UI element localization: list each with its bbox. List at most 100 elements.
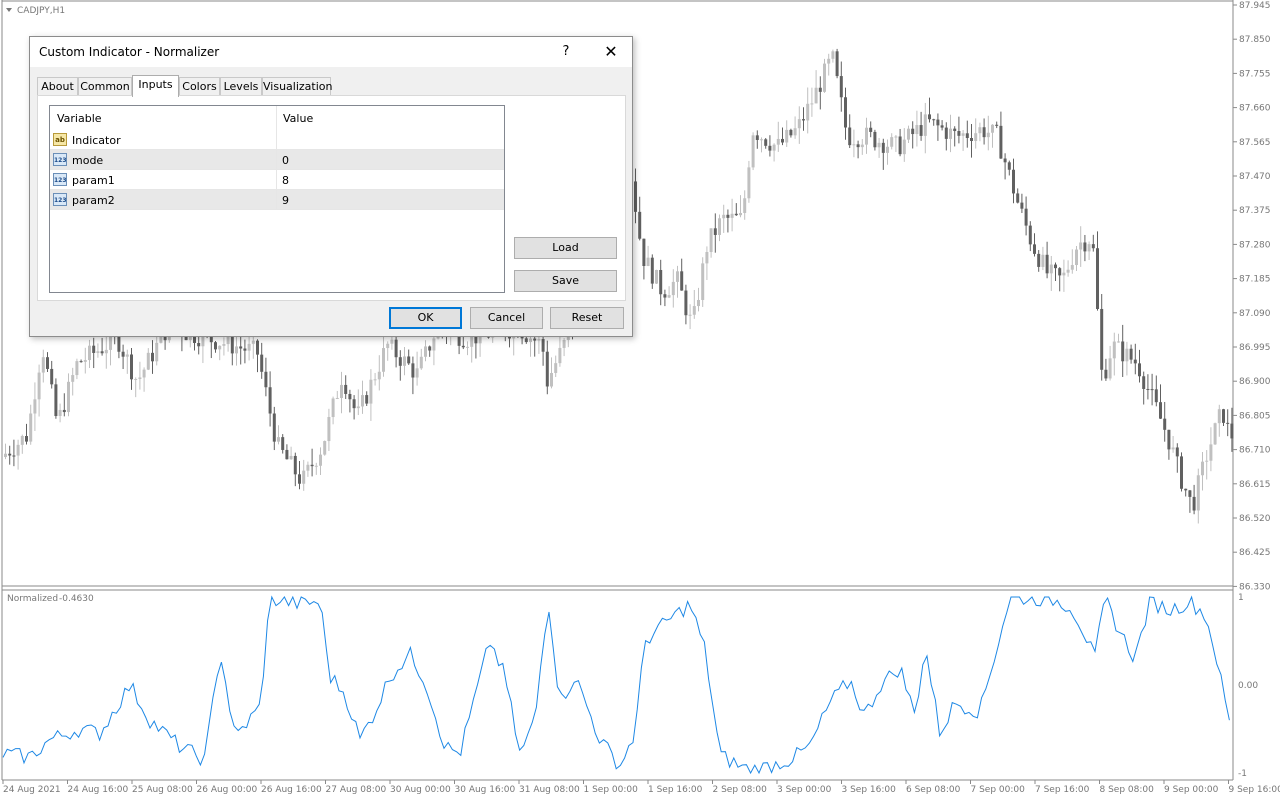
row-value[interactable]: 8: [282, 174, 289, 187]
candle-body: [776, 138, 780, 145]
table-row[interactable]: 123 param2 9: [50, 190, 504, 210]
time-label: 30 Aug 00:00: [390, 785, 451, 795]
row-value[interactable]: 9: [282, 194, 289, 207]
column-value[interactable]: Value: [283, 112, 313, 125]
time-label: 30 Aug 16:00: [455, 785, 516, 795]
candle-body: [1100, 308, 1104, 370]
indicator-value: -0.4630: [59, 594, 94, 604]
candle-body: [827, 58, 831, 64]
tab-levels[interactable]: Levels: [220, 77, 262, 95]
candle-body: [755, 135, 759, 140]
candle-body: [1007, 162, 1011, 170]
candle-body: [340, 384, 343, 398]
candle-body: [37, 372, 41, 400]
inputs-table[interactable]: Variable Value ab Indicator 123 mode 0 1…: [49, 105, 505, 293]
load-button[interactable]: Load: [514, 237, 617, 259]
candle-body: [302, 470, 306, 484]
candle-body: [83, 360, 87, 362]
candle-body: [403, 356, 406, 366]
table-row[interactable]: 123 mode 0: [50, 150, 504, 170]
candle-body: [768, 145, 772, 151]
candle-body: [222, 344, 226, 346]
candle-body: [1121, 341, 1125, 362]
candle-body: [1209, 444, 1213, 461]
candle-body: [243, 348, 247, 351]
candle-body: [772, 144, 776, 151]
row-value[interactable]: 0: [282, 154, 289, 167]
table-header: Variable Value: [50, 106, 504, 130]
time-label: 3 Sep 00:00: [777, 785, 832, 795]
candle-body: [1037, 253, 1041, 267]
candle-body: [1142, 376, 1146, 389]
time-label: 26 Aug 16:00: [261, 785, 322, 795]
price-label: 86.330: [1239, 582, 1271, 592]
candle-body: [1075, 249, 1078, 266]
candle-body: [1138, 363, 1141, 377]
candle-body: [386, 343, 390, 349]
close-button[interactable]: ✕: [600, 41, 622, 63]
candle-body: [919, 125, 923, 136]
candle-body: [705, 252, 709, 264]
price-label: 87.280: [1239, 240, 1271, 250]
tab-inputs[interactable]: Inputs: [132, 75, 179, 97]
candle-body: [634, 181, 637, 212]
candle-body: [377, 371, 381, 380]
candle-body: [818, 87, 822, 92]
candle-body: [1184, 488, 1188, 491]
save-button[interactable]: Save: [514, 270, 617, 292]
tab-about[interactable]: About: [37, 77, 78, 95]
candle-body: [67, 381, 70, 413]
reset-button[interactable]: Reset: [550, 307, 624, 329]
candle-body: [923, 114, 927, 136]
candle-body: [75, 361, 79, 376]
help-button[interactable]: ?: [556, 41, 576, 63]
candle-body: [142, 369, 146, 378]
candle-body: [739, 212, 742, 216]
candle-body: [130, 354, 133, 380]
indicator-name: Normalized: [7, 594, 58, 604]
time-label: 27 Aug 08:00: [326, 785, 387, 795]
candle-body: [361, 395, 364, 407]
candle-body: [562, 339, 566, 348]
candle-body: [4, 453, 7, 458]
ok-button[interactable]: OK: [389, 307, 462, 329]
candle-body: [92, 345, 96, 353]
candle-body: [726, 214, 730, 218]
candle-body: [1129, 348, 1133, 360]
integer-type-icon: 123: [53, 173, 67, 186]
tab-visualization[interactable]: Visualization: [262, 77, 332, 95]
candle-body: [134, 379, 138, 381]
candle-body: [1024, 208, 1028, 226]
dialog-titlebar[interactable]: Custom Indicator - Normalizer ? ✕: [30, 37, 632, 67]
candle-body: [533, 338, 537, 341]
candle-body: [382, 348, 385, 372]
candle-body: [1146, 388, 1150, 390]
tab-colors[interactable]: Colors: [179, 77, 220, 95]
time-label: 1 Sep 16:00: [648, 785, 703, 795]
candle-body: [986, 132, 990, 138]
candle-body: [671, 281, 675, 296]
candle-body: [839, 76, 843, 98]
table-row[interactable]: ab Indicator: [50, 130, 504, 150]
time-label: 2 Sep 08:00: [713, 785, 768, 795]
price-label: 86.995: [1239, 343, 1271, 353]
candle-body: [831, 51, 835, 59]
candle-body: [789, 129, 793, 136]
tab-common[interactable]: Common: [78, 77, 132, 95]
column-variable[interactable]: Variable: [57, 112, 102, 125]
candle-body: [348, 393, 352, 400]
candle-body: [898, 136, 902, 155]
candle-body: [323, 441, 327, 455]
indicator-scale-bottom: -1: [1238, 769, 1247, 779]
cancel-button[interactable]: Cancel: [470, 307, 543, 329]
price-label: 87.565: [1239, 138, 1271, 148]
time-label: 25 Aug 08:00: [132, 785, 193, 795]
candle-body: [424, 346, 427, 357]
price-label: 86.805: [1239, 411, 1271, 421]
candle-body: [785, 129, 789, 143]
candle-body: [272, 413, 276, 442]
candle-body: [848, 127, 852, 146]
candle-body: [835, 51, 839, 77]
column-separator: [276, 106, 277, 210]
table-row[interactable]: 123 param1 8: [50, 170, 504, 190]
